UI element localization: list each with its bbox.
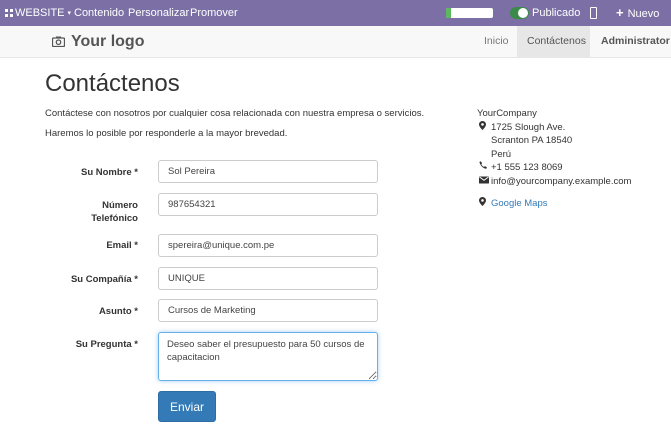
phone-input[interactable] bbox=[158, 193, 378, 216]
plus-icon: + bbox=[616, 5, 624, 20]
company-label: Su Compañía * bbox=[70, 274, 138, 285]
publicado-label[interactable]: Publicado bbox=[532, 0, 580, 26]
page-title: Contáctenos bbox=[45, 70, 180, 97]
nav-inicio[interactable]: Inicio bbox=[474, 26, 519, 57]
address-row: 1725 Slough Ave. Scranton PA 18540 Perú bbox=[477, 120, 631, 162]
company-input[interactable] bbox=[158, 267, 378, 290]
nav-contactenos[interactable]: Contáctenos bbox=[517, 26, 590, 57]
envelope-icon bbox=[479, 175, 489, 189]
publish-toggle[interactable] bbox=[510, 7, 529, 19]
map-marker-icon bbox=[479, 197, 486, 211]
company-name: YourCompany bbox=[477, 108, 537, 119]
mobile-icon[interactable] bbox=[590, 7, 597, 19]
subject-label: Asunto * bbox=[98, 306, 138, 317]
grid-icon bbox=[5, 9, 13, 17]
site-logo[interactable]: Your logo bbox=[52, 26, 144, 58]
toggle-knob bbox=[518, 8, 528, 18]
caret-down-icon: ▾ bbox=[67, 10, 72, 17]
contenido-menu[interactable]: Contenido bbox=[74, 0, 124, 26]
email-label: Email * bbox=[106, 240, 138, 251]
question-label: Su Pregunta * bbox=[75, 339, 138, 350]
site-navbar: Your logo Inicio Contáctenos Administrat… bbox=[0, 26, 671, 58]
progress-fill bbox=[446, 8, 451, 18]
phone-row: +1 555 123 8069 bbox=[477, 161, 631, 175]
subject-input[interactable] bbox=[158, 299, 378, 322]
camera-icon bbox=[52, 36, 65, 47]
personalizar-menu[interactable]: Personalizar bbox=[128, 0, 189, 26]
promover-menu[interactable]: Promover bbox=[190, 0, 238, 26]
question-textarea[interactable]: Deseo saber el presupuesto para 50 curso… bbox=[158, 332, 378, 381]
email-row: info@yourcompany.example.com bbox=[477, 175, 631, 189]
phone-label: Número Telefónico bbox=[91, 200, 138, 224]
seo-progress-bar[interactable] bbox=[446, 8, 493, 18]
email-input[interactable] bbox=[158, 234, 378, 257]
phone-icon bbox=[479, 161, 488, 175]
submit-button[interactable]: Enviar bbox=[158, 391, 216, 422]
intro-text-1: Contáctese con nosotros por cualquier co… bbox=[45, 108, 425, 119]
maps-row: Google Maps bbox=[477, 197, 631, 211]
name-input[interactable] bbox=[158, 160, 378, 183]
new-button[interactable]: + Nuevo bbox=[616, 0, 659, 26]
company-info: YourCompany 1725 Slough Ave. Scranton PA… bbox=[477, 107, 631, 211]
nav-administrator[interactable]: Administrator▾ bbox=[591, 26, 671, 57]
name-label: Su Nombre * bbox=[80, 167, 138, 178]
map-marker-icon bbox=[479, 120, 486, 135]
website-menu[interactable]: WEBSITE ▾ bbox=[5, 0, 71, 26]
intro-text-2: Haremos lo posible por responderle a la … bbox=[45, 128, 288, 139]
admin-bar: WEBSITE ▾ Contenido Personalizar Promover… bbox=[0, 0, 671, 26]
google-maps-link[interactable]: Google Maps bbox=[491, 198, 548, 209]
